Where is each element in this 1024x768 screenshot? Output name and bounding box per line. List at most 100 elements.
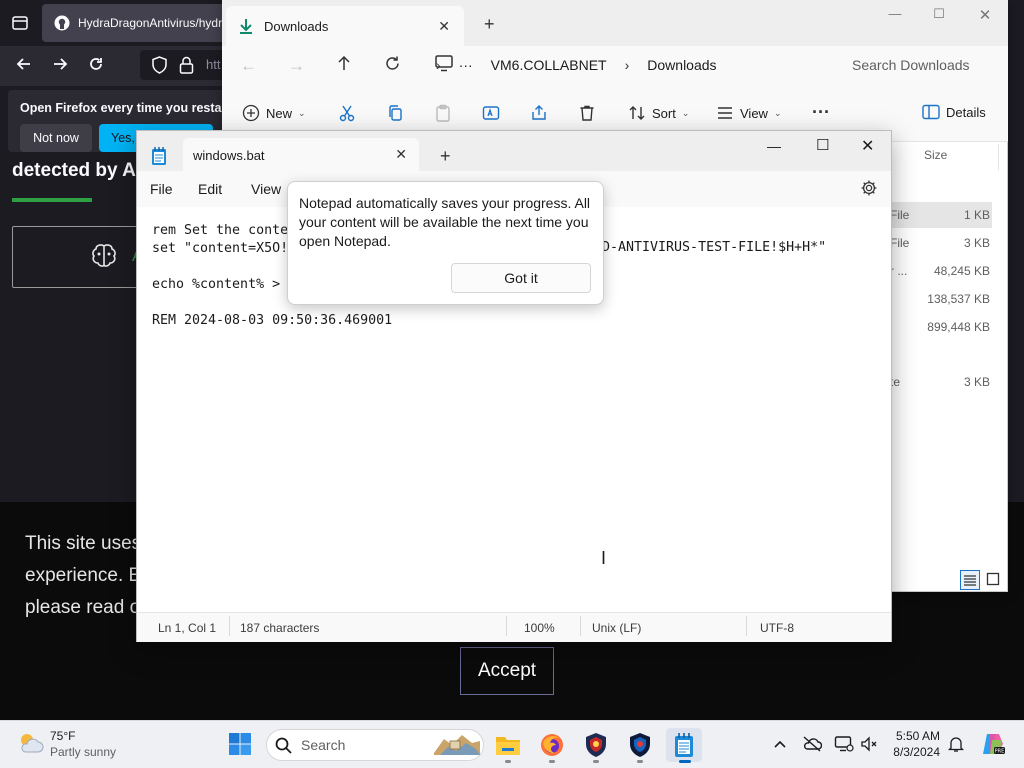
display-icon[interactable] xyxy=(834,735,854,753)
text-cursor-icon: I xyxy=(601,548,607,568)
settings-gear-icon[interactable] xyxy=(860,179,878,197)
weather-temperature[interactable]: 75°F xyxy=(50,729,75,743)
got-it-button[interactable]: Got it xyxy=(451,263,591,293)
search-input[interactable]: Search Downloads xyxy=(840,50,1002,80)
not-now-button[interactable]: Not now xyxy=(20,124,92,152)
notepad-icon xyxy=(151,146,167,166)
chevron-right-icon: › xyxy=(436,57,441,73)
file-size: 899,448 KB xyxy=(927,320,990,334)
notification-bell-icon[interactable] xyxy=(947,735,965,753)
clock-date[interactable]: 8/3/2024 xyxy=(876,745,940,759)
file-type: File xyxy=(890,236,910,250)
maximize-icon[interactable]: ☐ xyxy=(916,6,962,26)
status-line-ending[interactable]: Unix (LF) xyxy=(592,621,641,635)
sort-button[interactable]: Sort ⌄ xyxy=(628,104,689,122)
paste-icon[interactable] xyxy=(434,104,452,122)
new-button[interactable]: New ⌄ xyxy=(242,104,306,122)
download-icon xyxy=(238,18,254,34)
view-toggle xyxy=(960,570,1002,590)
copilot-icon[interactable]: PRE xyxy=(980,731,1006,757)
menu-view[interactable]: View xyxy=(251,181,281,197)
heading-underline xyxy=(12,198,92,202)
menu-file[interactable]: File xyxy=(150,181,173,197)
file-row[interactable]: te 3 KB xyxy=(890,369,992,395)
file-row[interactable]: 899,448 KB xyxy=(890,314,992,340)
explorer-tab[interactable]: Downloads ✕ xyxy=(226,6,464,46)
new-tab-icon[interactable]: + xyxy=(484,14,495,35)
minimize-icon[interactable]: — xyxy=(872,6,918,26)
active-indicator xyxy=(679,760,691,763)
sort-label: Sort xyxy=(652,105,676,121)
cut-icon[interactable] xyxy=(338,104,356,122)
explorer-tab-title: Downloads xyxy=(264,18,329,34)
back-arrow-icon[interactable]: ← xyxy=(240,56,257,76)
delete-icon[interactable] xyxy=(578,104,596,122)
rename-icon[interactable] xyxy=(482,104,500,122)
refresh-icon[interactable] xyxy=(384,55,401,72)
status-encoding[interactable]: UTF-8 xyxy=(760,621,794,635)
firefox-taskbar-icon[interactable] xyxy=(534,728,570,762)
chevron-up-icon[interactable] xyxy=(772,736,788,752)
share-icon[interactable] xyxy=(530,104,548,122)
file-size: 138,537 KB xyxy=(927,292,990,306)
status-zoom[interactable]: 100% xyxy=(524,621,555,635)
breadcrumb: › ··· VM6.COLLABNET › Downloads xyxy=(426,50,830,80)
details-button[interactable]: Details xyxy=(922,104,986,120)
file-row[interactable]: File 1 KB xyxy=(890,202,992,228)
hydradragon-alt-taskbar-icon[interactable] xyxy=(622,728,658,762)
new-tab-icon[interactable]: + xyxy=(440,146,451,167)
forward-arrow-icon[interactable]: → xyxy=(288,56,305,76)
running-indicator xyxy=(637,760,643,763)
status-divider xyxy=(506,616,507,636)
file-row[interactable]: 138,537 KB xyxy=(890,286,992,312)
breadcrumb-item[interactable]: Downloads xyxy=(647,57,716,73)
firefox-tab[interactable]: HydraDragonAntivirus/hydr xyxy=(42,4,242,42)
running-indicator xyxy=(593,760,599,763)
file-row[interactable]: File 3 KB xyxy=(890,230,992,256)
file-row[interactable]: r ... 48,245 KB xyxy=(890,258,992,284)
back-arrow-icon[interactable] xyxy=(15,55,33,73)
notepad-taskbar-icon[interactable] xyxy=(666,728,702,762)
text-line-tail: D-ANTIVIRUS-TEST-FILE!$H+H*" xyxy=(602,240,827,255)
close-icon[interactable]: ✕ xyxy=(438,18,450,35)
search-highlight-icon xyxy=(432,731,482,757)
forward-arrow-icon[interactable] xyxy=(51,55,69,73)
brain-icon xyxy=(90,243,118,269)
maximize-icon[interactable]: ☐ xyxy=(816,136,829,154)
tiles-view-icon[interactable] xyxy=(984,570,1002,590)
notepad-tab[interactable]: windows.bat ✕ xyxy=(183,138,419,172)
lock-icon[interactable] xyxy=(179,56,194,74)
breadcrumb-overflow[interactable]: ··· xyxy=(459,57,473,73)
accept-button[interactable]: Accept xyxy=(460,647,554,695)
reload-icon[interactable] xyxy=(87,55,105,73)
close-icon[interactable]: ✕ xyxy=(395,146,407,163)
menu-edit[interactable]: Edit xyxy=(198,181,222,197)
close-window-icon[interactable]: ✕ xyxy=(962,6,1008,26)
file-explorer-taskbar-icon[interactable] xyxy=(490,728,526,762)
details-view-icon[interactable] xyxy=(960,570,980,590)
windows-start-icon[interactable] xyxy=(228,732,252,756)
firefox-view-icon[interactable] xyxy=(11,14,29,32)
column-header-size[interactable]: Size xyxy=(924,148,947,162)
weather-description[interactable]: Partly sunny xyxy=(50,745,116,759)
hydradragon-taskbar-icon[interactable] xyxy=(578,728,614,762)
more-options-icon[interactable]: ··· xyxy=(812,102,830,123)
file-size: 48,245 KB xyxy=(933,264,990,278)
sort-icon xyxy=(628,104,646,122)
close-window-icon[interactable]: ✕ xyxy=(861,136,874,156)
up-arrow-icon[interactable] xyxy=(335,54,353,72)
file-type: r ... xyxy=(890,264,908,278)
onedrive-offline-icon[interactable] xyxy=(802,735,822,753)
search-icon xyxy=(275,737,292,754)
cookie-text-line: This site uses xyxy=(25,533,142,554)
breadcrumb-item[interactable]: VM6.COLLABNET xyxy=(491,57,607,73)
new-label: New xyxy=(266,105,293,121)
weather-partly-sunny-icon[interactable] xyxy=(16,730,44,756)
copy-icon[interactable] xyxy=(386,104,404,122)
minimize-icon[interactable]: — xyxy=(767,138,781,154)
clock-time[interactable]: 5:50 AM xyxy=(876,729,940,743)
details-label: Details xyxy=(946,104,986,120)
view-button[interactable]: View ⌄ xyxy=(716,104,782,122)
shield-icon[interactable] xyxy=(151,56,168,74)
status-divider xyxy=(580,616,581,636)
